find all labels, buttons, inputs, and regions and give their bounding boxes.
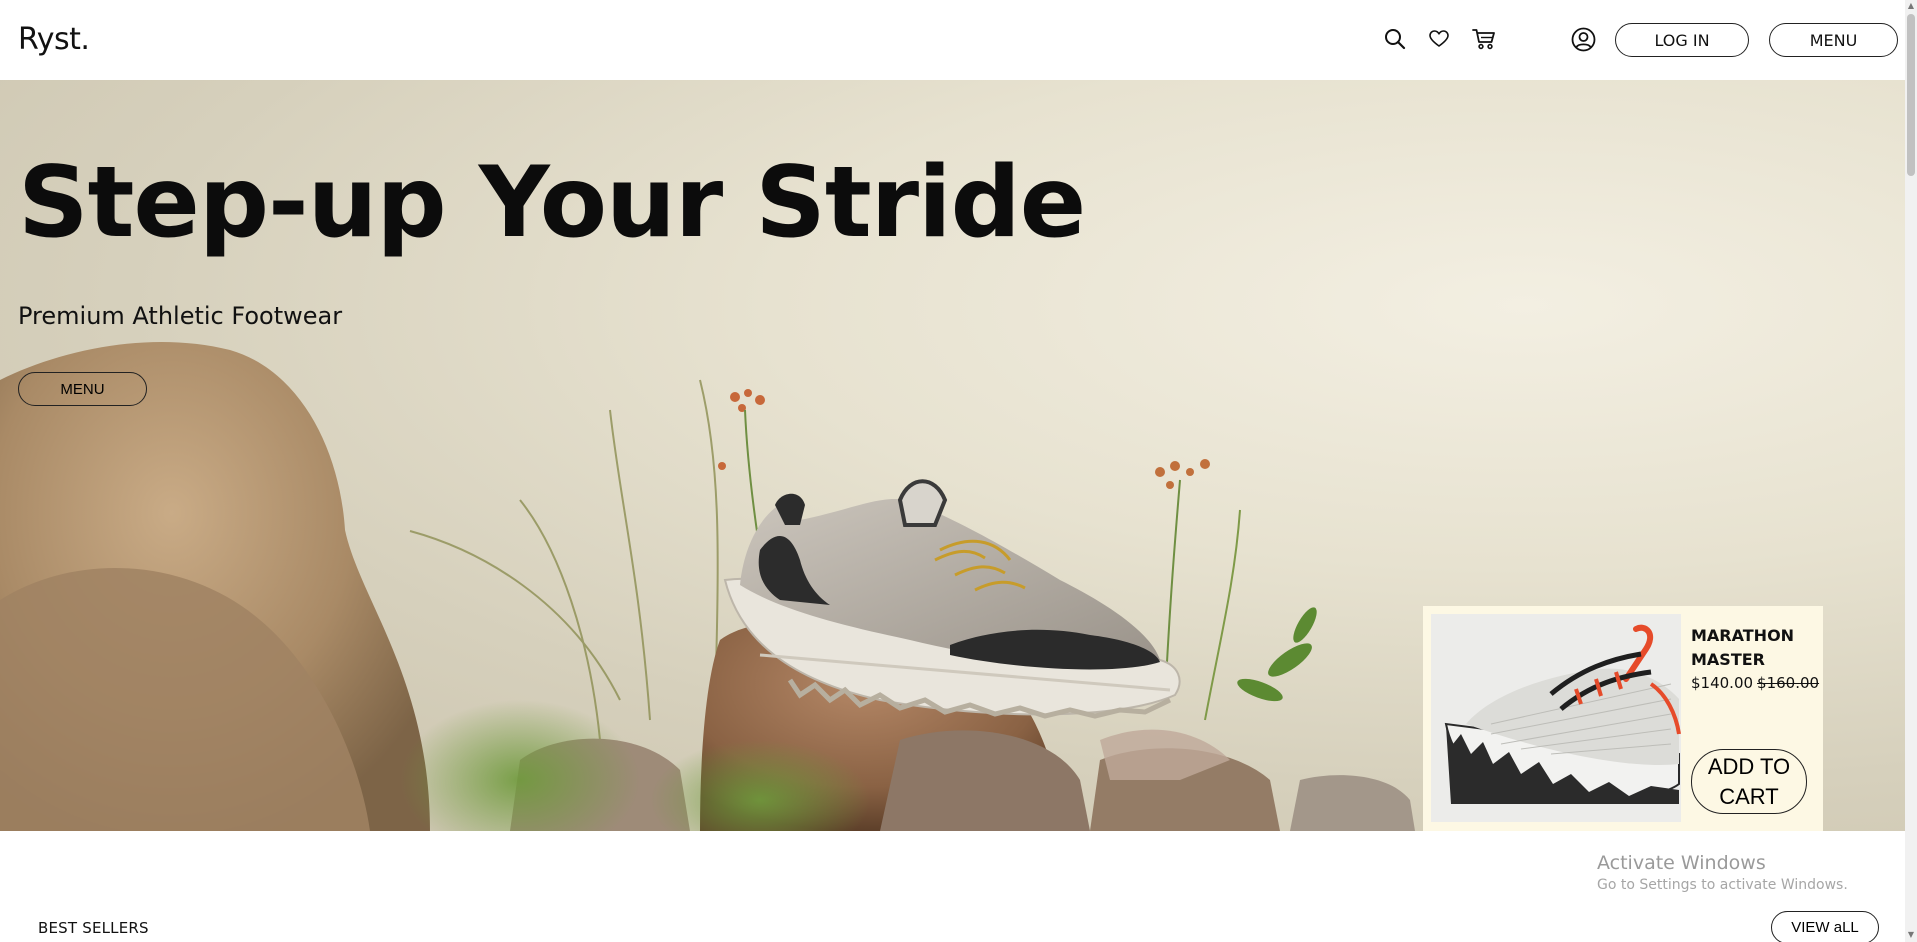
scrollbar-thumb[interactable] — [1907, 14, 1915, 176]
hero-shoe — [723, 479, 1181, 719]
current-price: $140.00 — [1691, 674, 1754, 692]
hero-title: Step-up Your Stride — [18, 146, 1086, 260]
product-name[interactable]: MARATHON MASTER — [1691, 624, 1816, 672]
login-button[interactable]: LOG IN — [1615, 23, 1749, 57]
product-image[interactable] — [1431, 614, 1681, 822]
view-all-button[interactable]: VIEW aLL — [1771, 911, 1879, 942]
page-scrollbar[interactable]: ▲ ▼ — [1905, 0, 1917, 942]
add-to-cart-button[interactable]: ADD TO CART — [1691, 749, 1807, 814]
product-card[interactable]: MARATHON MASTER $140.00 $160.00 ADD TO CA… — [1423, 606, 1823, 831]
user-icon[interactable] — [1570, 26, 1596, 52]
activate-windows-subtitle: Go to Settings to activate Windows. — [1597, 877, 1848, 893]
hero-subtitle: Premium Athletic Footwear — [18, 302, 343, 330]
cart-icon[interactable] — [1471, 26, 1497, 52]
scroll-up-arrow-icon[interactable]: ▲ — [1907, 2, 1915, 10]
site-header: Ryst. LOG IN MENU — [0, 0, 1905, 80]
site-logo[interactable]: Ryst. — [18, 22, 90, 57]
menu-button[interactable]: MENU — [1769, 23, 1898, 57]
hero-banner: Step-up Your Stride Premium Athletic Foo… — [0, 80, 1905, 831]
search-icon[interactable] — [1382, 26, 1408, 52]
activate-windows-title: Activate Windows — [1597, 852, 1766, 874]
heart-icon[interactable] — [1426, 26, 1452, 52]
best-sellers-heading: BEST SELLERS — [38, 919, 149, 937]
original-price: $160.00 — [1757, 674, 1820, 692]
product-price: $140.00 $160.00 — [1691, 674, 1819, 692]
scroll-down-arrow-icon[interactable]: ▼ — [1907, 931, 1915, 939]
hero-menu-button[interactable]: MENU — [18, 372, 147, 406]
